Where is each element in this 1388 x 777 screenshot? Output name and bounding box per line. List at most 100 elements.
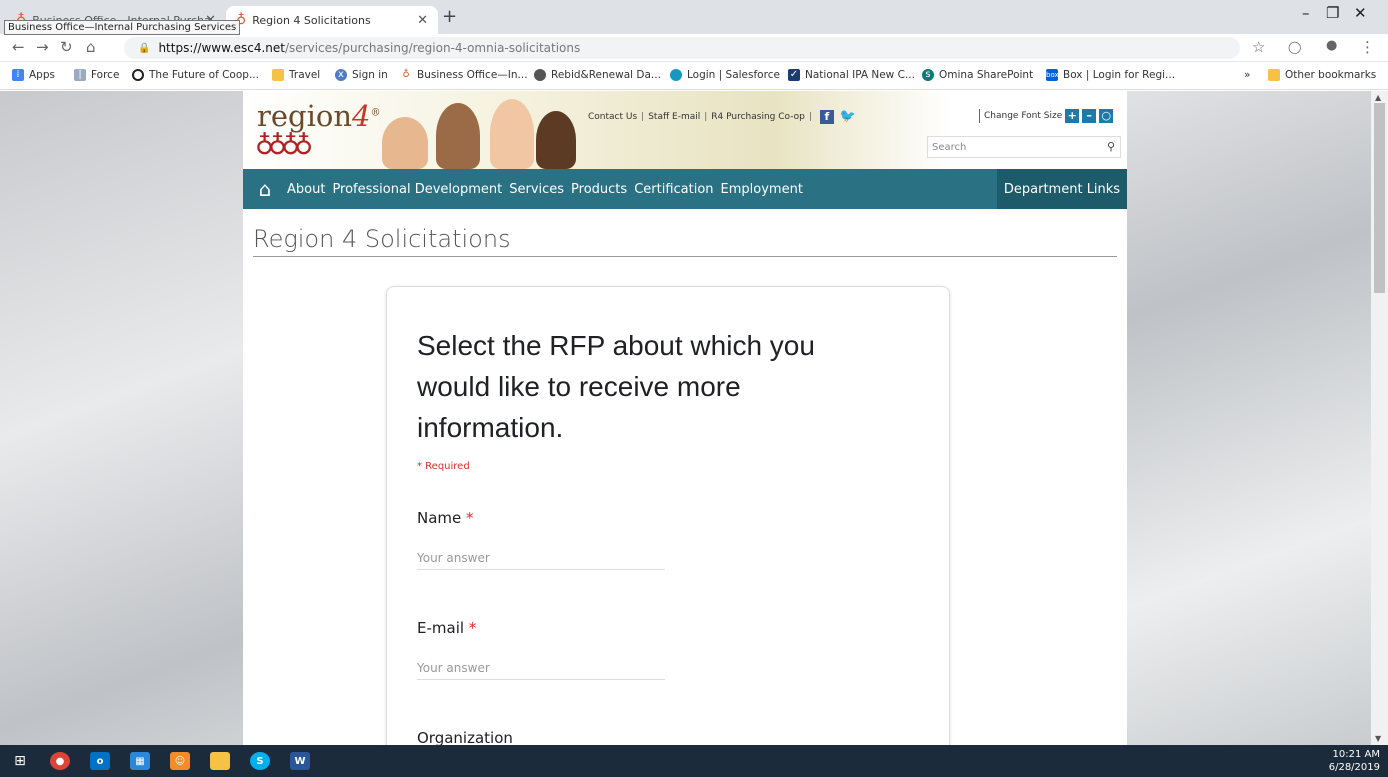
- close-icon[interactable]: ✕: [417, 13, 428, 28]
- bookmarks-overflow[interactable]: »: [1244, 69, 1250, 81]
- globe-icon: [534, 69, 546, 81]
- word-taskbar-icon[interactable]: W: [280, 745, 320, 777]
- url-field[interactable]: 🔒 https://www.esc4.net/services/purchasi…: [124, 37, 1240, 59]
- nav-certification[interactable]: Certification: [634, 182, 713, 197]
- name-question-label: Name *: [417, 509, 474, 527]
- home-icon[interactable]: ⌂: [86, 38, 96, 56]
- new-tab-icon[interactable]: +: [442, 6, 457, 27]
- region4-logo[interactable]: region4®: [257, 99, 380, 133]
- chrome-taskbar-icon[interactable]: ●: [40, 745, 80, 777]
- box-icon: box: [1046, 69, 1059, 81]
- windows-taskbar: ⊞ ● o ▦ ☺ S W 10:21 AM 6/28/2019: [0, 745, 1388, 777]
- bookmark-national-ipa[interactable]: ✓ National IPA New C...: [788, 69, 915, 81]
- bookmark-salesforce[interactable]: Login | Salesforce: [670, 69, 780, 81]
- system-clock[interactable]: 10:21 AM 6/28/2019: [1329, 748, 1380, 774]
- page-title: Region 4 Solicitations: [253, 225, 1117, 257]
- star-icon[interactable]: ☆: [1252, 38, 1265, 56]
- apple-icon: ♁: [402, 69, 410, 80]
- staff-email-link[interactable]: Staff E-mail: [648, 112, 700, 122]
- bookmark-sign-in[interactable]: x Sign in: [335, 69, 388, 81]
- apps-grid-icon: ⁞: [12, 69, 24, 81]
- calendar-taskbar-icon[interactable]: ▦: [120, 745, 160, 777]
- nav-services[interactable]: Services: [509, 182, 564, 197]
- twitter-icon[interactable]: 🐦: [840, 109, 856, 124]
- main-nav: ⌂ About Professional Development Service…: [243, 169, 1127, 209]
- apples-logo-icon: ♁♁♁♁: [255, 131, 313, 161]
- bookmark-sharepoint[interactable]: s Omina SharePoint: [922, 69, 1033, 81]
- site-header: region4® ♁♁♁♁ Contact Us | Staff E-mail | …: [243, 91, 1127, 169]
- extension-icon[interactable]: ◯: [1288, 40, 1301, 54]
- site-container: region4® ♁♁♁♁ Contact Us | Staff E-mail | …: [243, 91, 1127, 745]
- bookmark-box[interactable]: box Box | Login for Regi...: [1046, 69, 1175, 81]
- nav-products[interactable]: Products: [571, 182, 627, 197]
- circle-icon: [132, 69, 144, 81]
- chat-taskbar-icon[interactable]: ☺: [160, 745, 200, 777]
- bookmark-future-coop[interactable]: The Future of Coop...: [132, 69, 259, 81]
- bookmark-business-office[interactable]: ♁ Business Office—In...: [400, 69, 527, 81]
- required-note: * Required: [417, 461, 470, 472]
- site-search-input[interactable]: Search ⚲: [927, 136, 1121, 158]
- bookmark-rebid[interactable]: Rebid&Renewal Da...: [534, 69, 661, 81]
- font-size-controls: Change Font Size + – ○: [979, 109, 1114, 123]
- nav-about[interactable]: About: [287, 182, 325, 197]
- contact-us-link[interactable]: Contact Us: [588, 112, 637, 122]
- force-icon: |: [74, 69, 86, 81]
- scrollbar-thumb[interactable]: [1374, 103, 1385, 293]
- url-path: /services/purchasing/region-4-omnia-soli…: [285, 41, 581, 55]
- other-bookmarks[interactable]: Other bookmarks: [1268, 69, 1376, 81]
- email-question-label: E-mail *: [417, 619, 477, 637]
- back-icon[interactable]: ←: [12, 38, 25, 56]
- url-host: https://www.esc4.net: [158, 41, 285, 55]
- organization-question-label: Organization: [417, 729, 513, 745]
- purchasing-coop-link[interactable]: R4 Purchasing Co-op: [711, 112, 805, 122]
- font-reset-button[interactable]: ○: [1099, 109, 1114, 123]
- restore-icon[interactable]: ❐: [1326, 4, 1339, 22]
- address-bar: ← → ↻ ⌂ 🔒 https://www.esc4.net/services/…: [0, 34, 1388, 62]
- lock-icon: 🔒: [138, 42, 151, 54]
- sharepoint-icon: s: [922, 69, 934, 81]
- minimize-icon[interactable]: –: [1302, 4, 1310, 22]
- children-banner-image: [378, 95, 578, 169]
- form-title: Select the RFP about which you would lik…: [417, 330, 815, 443]
- clock-date: 6/28/2019: [1328, 762, 1380, 773]
- reload-icon[interactable]: ↻: [60, 38, 73, 56]
- facebook-icon[interactable]: f: [819, 109, 834, 124]
- department-links-button[interactable]: Department Links: [997, 169, 1127, 209]
- folder-icon: [272, 69, 284, 81]
- folder-icon: [1268, 69, 1280, 81]
- email-field[interactable]: Your answer: [417, 661, 665, 680]
- search-icon[interactable]: ⚲: [1107, 140, 1115, 153]
- tab-title: Region 4 Solicitations: [252, 13, 371, 27]
- name-field[interactable]: Your answer: [417, 551, 665, 570]
- clock-time: 10:21 AM: [1332, 749, 1380, 760]
- menu-icon[interactable]: ⋮: [1360, 38, 1375, 56]
- tab-bar: ♁ Business Office—Internal Purcha ✕ ♁ Re…: [0, 0, 1388, 35]
- windows-start-icon[interactable]: ⊞: [0, 745, 40, 777]
- header-links: Contact Us | Staff E-mail | R4 Purchasing …: [588, 109, 857, 124]
- skype-taskbar-icon[interactable]: S: [240, 745, 280, 777]
- page-scrollbar[interactable]: ▲ ▼: [1371, 91, 1388, 745]
- file-explorer-icon[interactable]: [200, 745, 240, 777]
- search-placeholder: Search: [932, 141, 967, 153]
- nav-employment[interactable]: Employment: [721, 182, 803, 197]
- check-icon: ✓: [788, 69, 800, 81]
- profile-icon[interactable]: ●: [1326, 38, 1337, 53]
- required-star: *: [466, 509, 474, 527]
- google-form-card: Select the RFP about which you would lik…: [386, 286, 950, 745]
- bookmark-force[interactable]: | Force: [74, 69, 119, 81]
- scroll-down-icon[interactable]: ▼: [1375, 734, 1381, 743]
- scroll-up-icon[interactable]: ▲: [1375, 93, 1381, 102]
- tab-region4-solicitations[interactable]: ♁ Region 4 Solicitations ✕: [226, 6, 438, 34]
- bookmark-travel[interactable]: Travel: [272, 69, 320, 81]
- home-icon[interactable]: ⌂: [243, 177, 287, 201]
- nav-professional-development[interactable]: Professional Development: [332, 182, 502, 197]
- forward-icon[interactable]: →: [36, 38, 49, 56]
- outlook-taskbar-icon[interactable]: o: [80, 745, 120, 777]
- bookmark-apps[interactable]: ⁞ Apps: [12, 69, 55, 81]
- page-viewport: region4® ♁♁♁♁ Contact Us | Staff E-mail | …: [0, 91, 1388, 745]
- tab-tooltip: Business Office—Internal Purchasing Serv…: [4, 20, 241, 35]
- font-increase-button[interactable]: +: [1065, 109, 1080, 123]
- font-decrease-button[interactable]: –: [1082, 109, 1097, 123]
- bookmarks-bar: ⁞ Apps | Force The Future of Coop... Trave…: [0, 62, 1388, 90]
- close-window-icon[interactable]: ✕: [1354, 4, 1367, 22]
